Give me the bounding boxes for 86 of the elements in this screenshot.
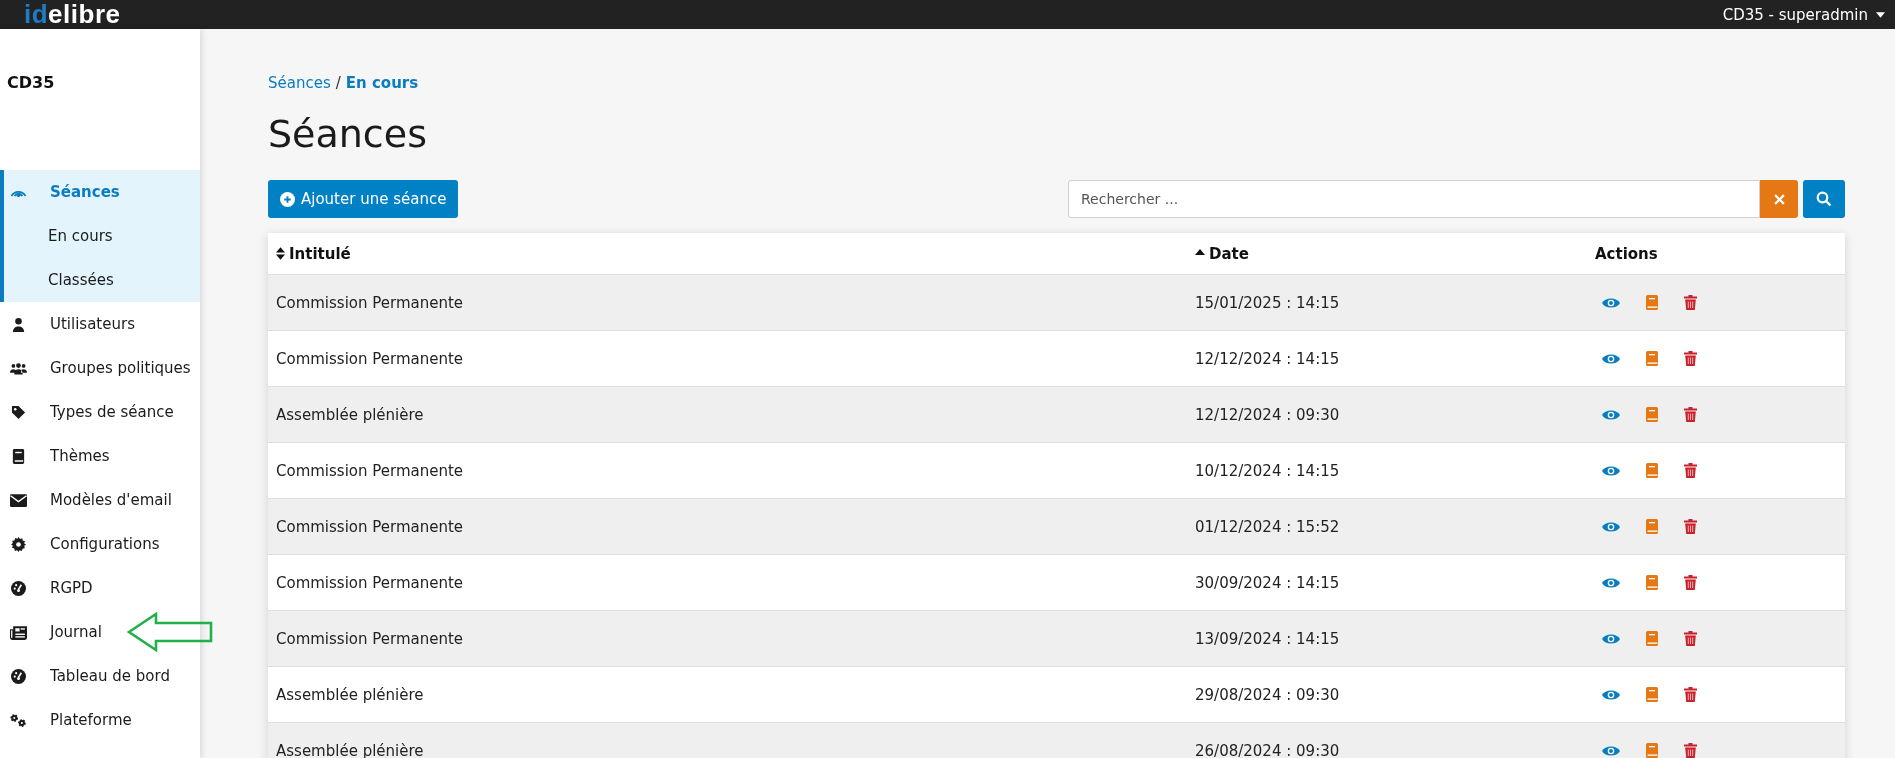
users-icon [10,360,27,376]
view-button[interactable] [1602,520,1620,533]
table-cell: 15/01/2025 : 14:15 [1195,293,1340,312]
view-button[interactable] [1602,296,1620,309]
column-header[interactable]: Date [1195,244,1249,263]
delete-button[interactable] [1684,631,1697,646]
breadcrumb-link[interactable]: Séances [268,74,331,92]
caret-icon [1876,11,1885,18]
tag-icon [10,404,27,420]
sidebar-item[interactable]: Thèmes [0,434,200,478]
sidebar-item[interactable]: Configurations [0,522,200,566]
sidebar-subitem[interactable]: En cours [4,214,113,258]
view-button[interactable] [1602,576,1620,589]
gauge-icon [10,668,27,684]
column-header[interactable]: Actions [1595,244,1658,263]
sidebar-item[interactable]: Journal [0,610,200,654]
view-button[interactable] [1602,352,1620,365]
gear-icon [10,536,27,552]
book-button[interactable] [1646,407,1658,422]
organization-name: CD35 [6,72,56,94]
user-icon [10,316,27,332]
book-button[interactable] [1646,631,1658,646]
sidebar-item[interactable]: RGPD [0,566,200,610]
book-button[interactable] [1646,743,1658,758]
clear-search-button[interactable] [1760,180,1798,218]
view-button[interactable] [1602,632,1620,645]
breadcrumb-link[interactable]: En cours [345,74,419,92]
delete-button[interactable] [1684,519,1697,534]
view-button[interactable] [1602,744,1620,757]
table-cell: Commission Permanente [276,461,464,480]
table-cell: Commission Permanente [276,629,464,648]
add-session-button[interactable]: Ajouter une séance [268,180,459,218]
table-cell: 29/08/2024 : 09:30 [1195,685,1340,704]
table-cell: Commission Permanente [276,517,464,536]
delete-button[interactable] [1684,687,1697,702]
app-logo[interactable]: idelibre [24,0,121,29]
gauge-icon [10,580,27,596]
close-icon [1773,193,1785,205]
table-cell: 12/12/2024 : 14:15 [1195,349,1340,368]
table-cell: Commission Permanente [276,573,464,592]
delete-button[interactable] [1684,295,1697,310]
table-cell: Assemblée plénière [276,685,424,704]
search-button[interactable] [1803,180,1845,218]
sidebar-subitem[interactable]: Classées [4,258,114,302]
table-cell: Assemblée plénière [276,405,424,424]
sidebar-item[interactable]: Modèles d'email [0,478,200,522]
table-cell: Assemblée plénière [276,741,424,758]
book-button[interactable] [1646,295,1658,310]
breadcrumb-separator: / [335,74,341,92]
envelope-icon [10,492,27,508]
gears-icon [10,712,27,728]
column-header[interactable]: Intitulé [276,244,351,263]
delete-button[interactable] [1684,463,1697,478]
search-icon [1816,191,1832,207]
table-cell: 12/12/2024 : 09:30 [1195,405,1340,424]
table-cell: 30/09/2024 : 14:15 [1195,573,1340,592]
sidebar-item[interactable]: Séances [4,170,200,214]
delete-button[interactable] [1684,351,1697,366]
page-title: Séances [268,112,428,156]
view-button[interactable] [1602,408,1620,421]
table-cell: 26/08/2024 : 09:30 [1195,741,1340,758]
book-button[interactable] [1646,463,1658,478]
table-cell: 01/12/2024 : 15:52 [1195,517,1340,536]
user-menu[interactable]: CD35 - superadmin [1722,5,1885,24]
table-cell: Commission Permanente [276,349,464,368]
book-button[interactable] [1646,351,1658,366]
plus-circle-icon [280,191,295,207]
table-cell: Commission Permanente [276,293,464,312]
table-cell: 13/09/2024 : 14:15 [1195,629,1340,648]
delete-button[interactable] [1684,743,1697,758]
sidebar-item[interactable]: Plateforme [0,698,200,742]
book-icon [10,448,27,464]
book-button[interactable] [1646,519,1658,534]
newspaper-icon [10,624,27,640]
view-button[interactable] [1602,688,1620,701]
table-cell: 10/12/2024 : 14:15 [1195,461,1340,480]
delete-button[interactable] [1684,575,1697,590]
book-button[interactable] [1646,575,1658,590]
search-field[interactable]: Rechercher ... [1068,180,1760,218]
sidebar-item[interactable]: Utilisateurs [0,302,200,346]
sidebar-item[interactable]: Types de séance [0,390,200,434]
sidebar-item[interactable]: Groupes politiques [0,346,200,390]
sidebar-item[interactable]: Tableau de bord [0,654,200,698]
book-button[interactable] [1646,687,1658,702]
delete-button[interactable] [1684,407,1697,422]
view-button[interactable] [1602,464,1620,477]
